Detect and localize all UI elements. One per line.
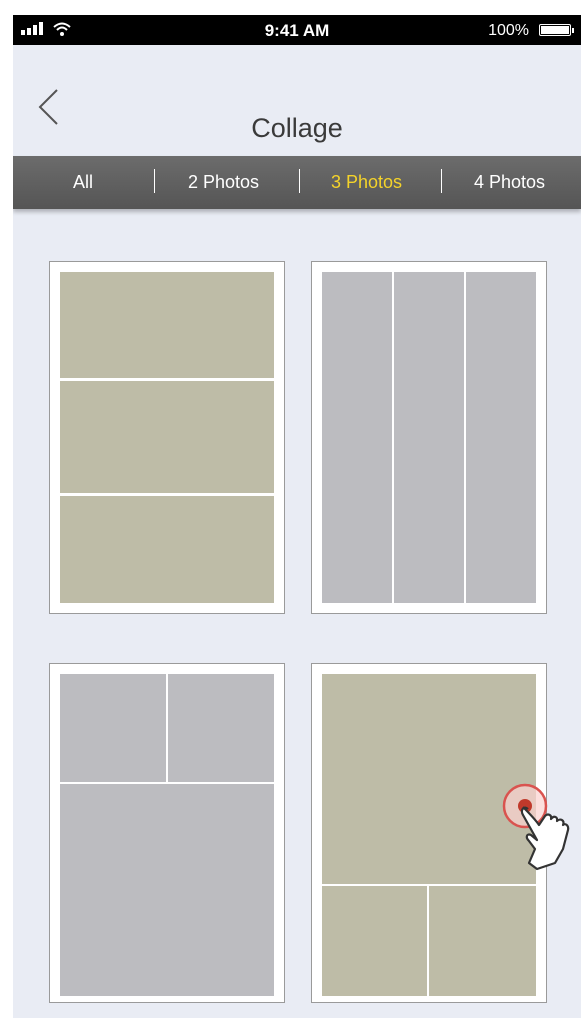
tab-separator [299, 169, 300, 193]
photo-slot [60, 784, 274, 996]
collage-template-horizontal-strips[interactable] [49, 261, 285, 614]
tab-4-photos[interactable]: 4 Photos [474, 172, 545, 193]
photo-slot [60, 381, 274, 493]
photo-slot [60, 674, 166, 782]
photo-slot [429, 886, 536, 996]
battery-percent: 100% [488, 22, 529, 39]
page-title: Collage [251, 113, 343, 143]
collage-template-two-top-one-bottom[interactable] [49, 663, 285, 1003]
photo-slot [60, 272, 274, 378]
photo-slot [322, 886, 427, 996]
photo-slot [60, 496, 274, 603]
nav-bar: Collage [13, 45, 581, 155]
tab-separator [441, 169, 442, 193]
photo-slot [168, 674, 274, 782]
tab-3-photos[interactable]: 3 Photos [331, 172, 402, 193]
tap-hand-icon [502, 783, 570, 871]
battery-icon [539, 24, 574, 36]
phone-screen: 9:41 AM 100% Collage All 2 Photos 3 Phot… [13, 15, 581, 1018]
status-bar: 9:41 AM 100% [13, 15, 581, 45]
photo-slot [394, 272, 464, 603]
photo-slot [322, 272, 392, 603]
tab-all[interactable]: All [73, 172, 93, 193]
tab-2-photos[interactable]: 2 Photos [188, 172, 259, 193]
tab-separator [154, 169, 155, 193]
tab-bar: All 2 Photos 3 Photos 4 Photos [13, 156, 581, 209]
collage-template-vertical-strips[interactable] [311, 261, 547, 614]
photo-slot [466, 272, 536, 603]
